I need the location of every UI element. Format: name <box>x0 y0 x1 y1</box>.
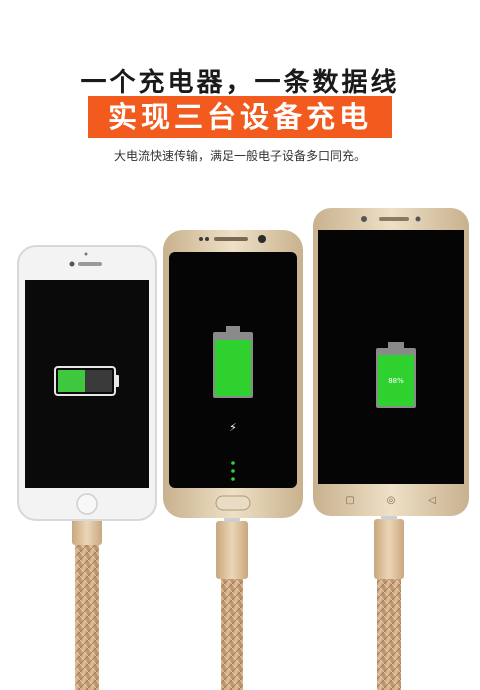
home-icon: ◎ <box>387 495 396 506</box>
battery-icon <box>54 366 119 396</box>
banner: 实现三台设备充电 <box>88 96 392 138</box>
headline: 一个充电器，一条数据线 <box>80 68 400 98</box>
subtitle: 大电流快速传输，满足一般电子设备多口同充。 <box>113 149 366 163</box>
back-icon: ◁ <box>428 495 436 506</box>
lightning-icon: ⚡ <box>229 421 237 434</box>
cable-middle <box>216 510 248 690</box>
cable-left <box>72 504 102 690</box>
phone-right: ▢ ◎ ◁ 88% <box>313 208 469 516</box>
battery-icon <box>213 326 253 398</box>
cable-right <box>374 509 404 690</box>
menu-icon: ▢ <box>345 495 354 506</box>
battery-icon: 88% <box>376 342 416 408</box>
battery-percent: 88% <box>388 377 404 385</box>
product-illustration: ⚡ ▢ ◎ ◁ 88% <box>0 190 480 690</box>
phone-middle: ⚡ <box>163 230 303 518</box>
phone-left <box>17 245 157 521</box>
